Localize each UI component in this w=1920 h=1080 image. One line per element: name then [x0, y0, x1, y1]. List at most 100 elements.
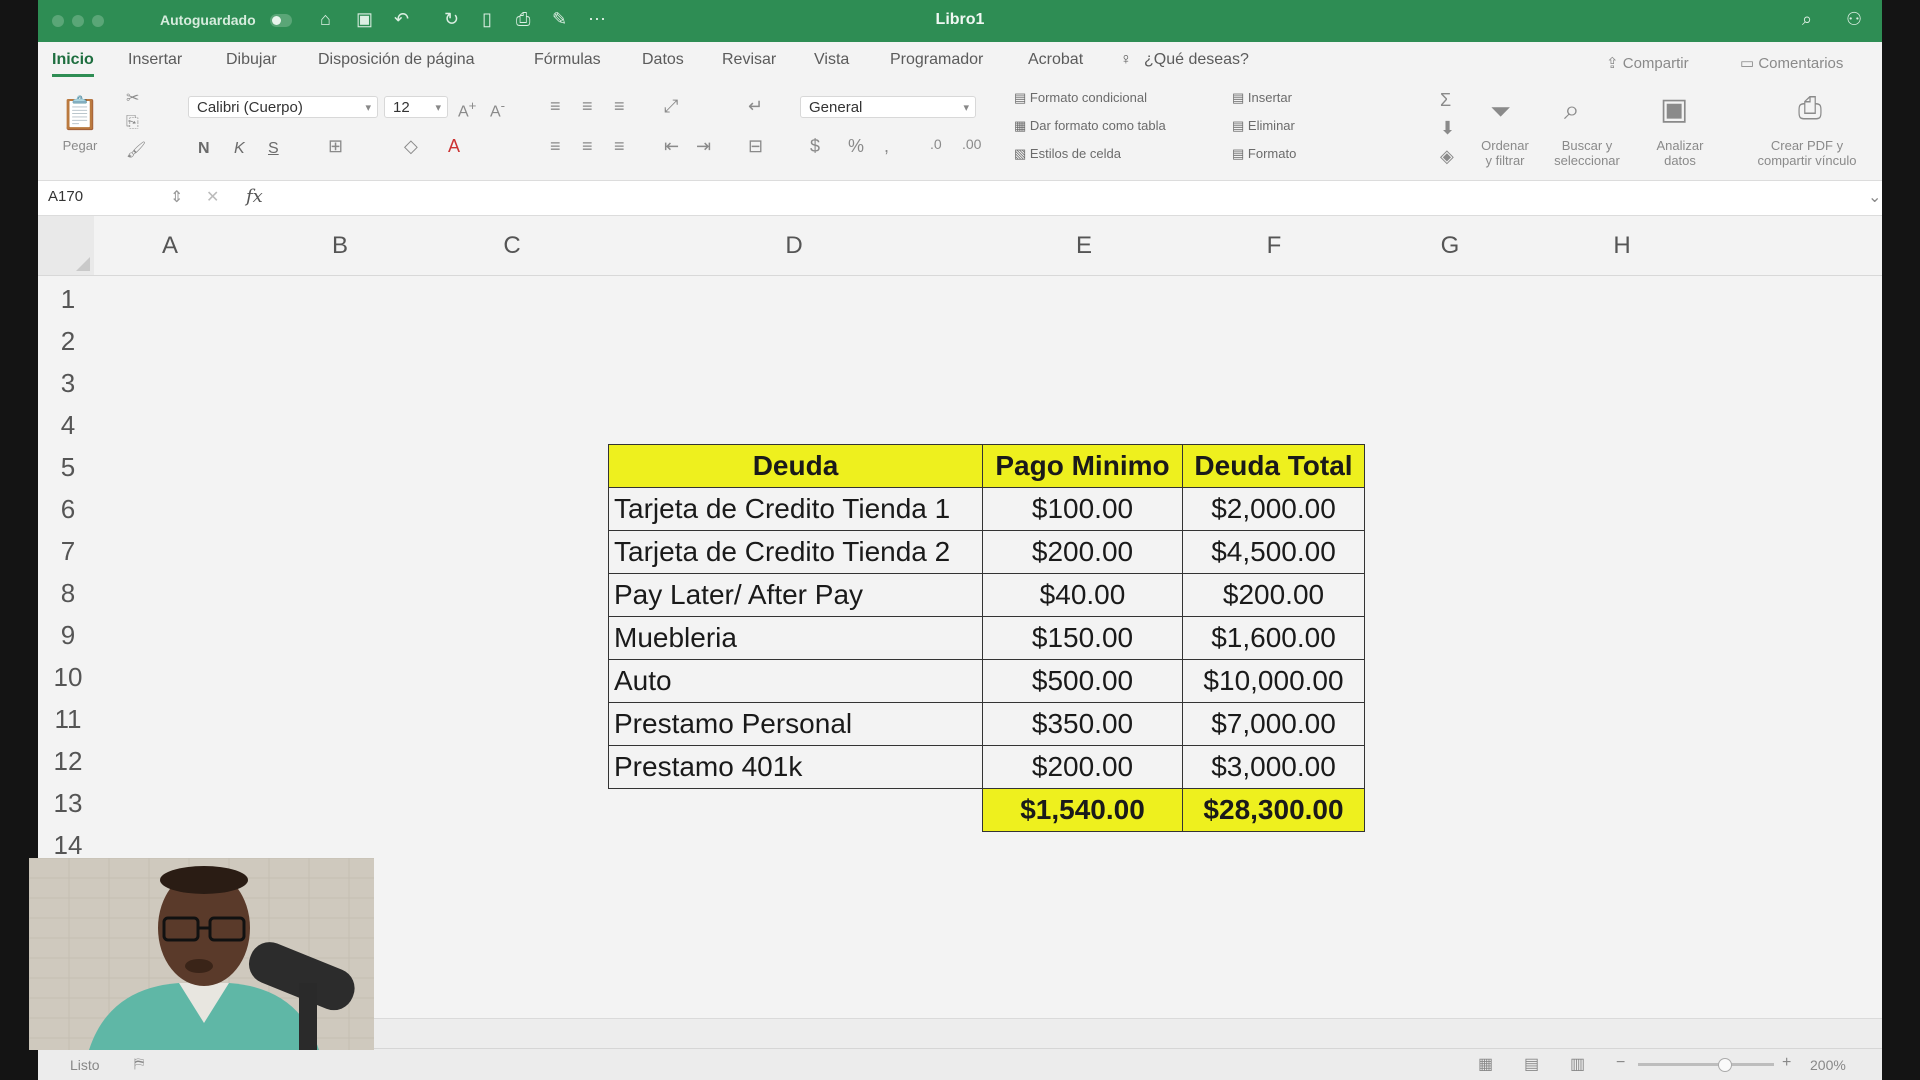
- row-header-4[interactable]: 4: [38, 410, 98, 441]
- zoom-slider[interactable]: [1638, 1058, 1774, 1072]
- column-header-b[interactable]: B: [290, 216, 390, 276]
- number-format-select[interactable]: General ▾: [800, 96, 976, 118]
- comentarios-button[interactable]: ▭ Comentarios: [1740, 54, 1843, 72]
- copy-icon[interactable]: ⎘: [126, 114, 139, 132]
- column-header-f[interactable]: F: [1224, 216, 1324, 276]
- row-header-6[interactable]: 6: [38, 494, 98, 525]
- increase-font-icon[interactable]: A+: [458, 98, 476, 121]
- format-cells-button[interactable]: ▤ Formato: [1232, 146, 1296, 162]
- bold-button[interactable]: N: [198, 140, 210, 158]
- header-deuda[interactable]: Deuda: [608, 444, 983, 488]
- fill-color-icon[interactable]: ◇: [404, 136, 418, 157]
- font-color-icon[interactable]: A: [448, 136, 460, 157]
- format-as-table-button[interactable]: ▦ Dar formato como tabla: [1014, 118, 1166, 134]
- total-debt-cell[interactable]: $4,500.00: [1182, 530, 1365, 574]
- merge-center-icon[interactable]: ⊟: [748, 136, 763, 157]
- total-debt-cell[interactable]: $2,000.00: [1182, 487, 1365, 531]
- cancel-entry-icon[interactable]: ✕: [206, 187, 219, 207]
- column-header-c[interactable]: C: [462, 216, 562, 276]
- cut-icon[interactable]: ✂: [126, 88, 139, 108]
- header-deuda-total[interactable]: Deuda Total: [1182, 444, 1365, 488]
- tab-datos[interactable]: Datos: [642, 51, 684, 69]
- debt-name-cell[interactable]: Pay Later/ After Pay: [608, 573, 983, 617]
- create-pdf-icon[interactable]: ⎙: [1798, 92, 1822, 126]
- column-header-g[interactable]: G: [1400, 216, 1500, 276]
- debt-name-cell[interactable]: Tarjeta de Credito Tienda 1: [608, 487, 983, 531]
- borders-icon[interactable]: ⊞: [328, 136, 343, 157]
- decrease-decimal-icon[interactable]: .00: [962, 136, 981, 152]
- autosum-icon[interactable]: Σ: [1440, 90, 1451, 111]
- zoom-out-icon[interactable]: −: [1616, 1054, 1625, 1072]
- debt-name-cell[interactable]: Muebleria: [608, 616, 983, 660]
- currency-icon[interactable]: $: [810, 136, 820, 157]
- insert-function-icon[interactable]: fx: [246, 186, 263, 207]
- row-header-7[interactable]: 7: [38, 536, 98, 567]
- name-box[interactable]: A170: [48, 188, 83, 205]
- analyze-data-icon[interactable]: ▣: [1660, 92, 1688, 127]
- header-pago-minimo[interactable]: Pago Minimo: [982, 444, 1183, 488]
- page-break-view-icon[interactable]: ▥: [1570, 1054, 1585, 1074]
- zoom-slider-thumb[interactable]: [1718, 1058, 1732, 1072]
- font-size-select[interactable]: 12 ▾: [384, 96, 448, 118]
- decrease-indent-icon[interactable]: ⇤: [664, 136, 679, 157]
- find-select-icon[interactable]: ⌕: [1564, 94, 1580, 127]
- total-debt-cell[interactable]: $10,000.00: [1182, 659, 1365, 703]
- total-debt-cell[interactable]: $200.00: [1182, 573, 1365, 617]
- row-header-9[interactable]: 9: [38, 620, 98, 651]
- search-icon[interactable]: ⌕: [1802, 9, 1812, 30]
- total-debt-cell[interactable]: $1,600.00: [1182, 616, 1365, 660]
- zoom-level[interactable]: 200%: [1810, 1057, 1846, 1073]
- insert-cells-button[interactable]: ▤ Insertar: [1232, 90, 1292, 106]
- decrease-font-icon[interactable]: A-: [490, 98, 505, 121]
- column-header-e[interactable]: E: [1034, 216, 1134, 276]
- select-all-corner[interactable]: [38, 216, 94, 275]
- debt-name-cell[interactable]: Tarjeta de Credito Tienda 2: [608, 530, 983, 574]
- debt-name-cell[interactable]: Auto: [608, 659, 983, 703]
- minimum-payment-cell[interactable]: $100.00: [982, 487, 1183, 531]
- increase-decimal-icon[interactable]: .0: [930, 136, 942, 152]
- align-top-icon[interactable]: ≡: [550, 96, 561, 117]
- tell-me-search[interactable]: ¿Qué deseas?: [1144, 51, 1249, 69]
- row-header-14[interactable]: 14: [38, 830, 98, 861]
- comma-style-icon[interactable]: ,: [884, 136, 889, 157]
- percent-icon[interactable]: %: [848, 136, 864, 157]
- total-minimum-payment-cell[interactable]: $1,540.00: [982, 788, 1183, 832]
- debt-name-cell[interactable]: Prestamo 401k: [608, 745, 983, 789]
- minimum-payment-cell[interactable]: $500.00: [982, 659, 1183, 703]
- italic-button[interactable]: K: [234, 140, 245, 158]
- align-bottom-icon[interactable]: ≡: [614, 96, 625, 117]
- zoom-in-icon[interactable]: +: [1782, 1054, 1791, 1072]
- align-right-icon[interactable]: ≡: [614, 136, 625, 157]
- align-middle-icon[interactable]: ≡: [582, 96, 593, 117]
- page-layout-view-icon[interactable]: ▤: [1524, 1054, 1539, 1074]
- row-header-8[interactable]: 8: [38, 578, 98, 609]
- find-select-label[interactable]: Buscar y seleccionar: [1542, 138, 1632, 168]
- row-header-2[interactable]: 2: [38, 326, 98, 357]
- conditional-format-button[interactable]: ▤ Formato condicional: [1014, 90, 1147, 106]
- minimum-payment-cell[interactable]: $200.00: [982, 530, 1183, 574]
- share-people-icon[interactable]: ⚇: [1846, 9, 1862, 30]
- name-box-stepper-icon[interactable]: ⇕: [170, 187, 183, 207]
- tab-vista[interactable]: Vista: [814, 51, 849, 69]
- wrap-text-icon[interactable]: ↵: [748, 96, 763, 117]
- total-debt-cell[interactable]: $3,000.00: [1182, 745, 1365, 789]
- debt-name-cell[interactable]: Prestamo Personal: [608, 702, 983, 746]
- normal-view-icon[interactable]: ▦: [1478, 1054, 1493, 1074]
- tab-dibujar[interactable]: Dibujar: [226, 51, 277, 69]
- underline-button[interactable]: S: [268, 140, 279, 158]
- column-header-d[interactable]: D: [744, 216, 844, 276]
- column-header-a[interactable]: A: [120, 216, 220, 276]
- sort-filter-icon[interactable]: ⏷: [1490, 96, 1511, 128]
- row-header-10[interactable]: 10: [38, 662, 98, 693]
- empty-cell[interactable]: [609, 789, 983, 832]
- orientation-icon[interactable]: ⤢: [664, 96, 678, 117]
- minimum-payment-cell[interactable]: $200.00: [982, 745, 1183, 789]
- tab-disposicion[interactable]: Disposición de página: [318, 51, 475, 69]
- total-debt-cell[interactable]: $7,000.00: [1182, 702, 1365, 746]
- align-center-icon[interactable]: ≡: [582, 136, 593, 157]
- clear-icon[interactable]: ◈: [1440, 146, 1454, 167]
- tab-insertar[interactable]: Insertar: [128, 51, 182, 69]
- minimum-payment-cell[interactable]: $350.00: [982, 702, 1183, 746]
- expand-formula-bar-icon[interactable]: ⌄: [1868, 187, 1881, 207]
- clipboard-icon[interactable]: 📋: [60, 94, 100, 132]
